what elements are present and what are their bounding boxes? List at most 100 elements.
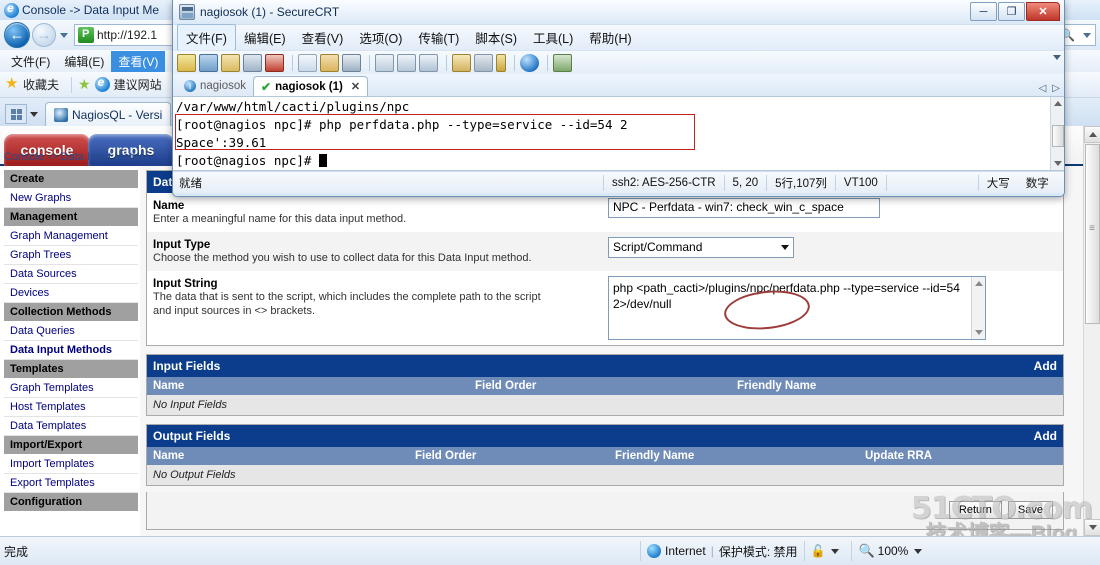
sidebar-header-configuration: Configuration [4, 493, 138, 512]
quick-tabs-button[interactable] [5, 104, 27, 124]
find-icon[interactable] [342, 53, 361, 72]
minimize-button[interactable]: ─ [970, 2, 997, 21]
crt-status-ready: 就绪 [179, 177, 202, 190]
privacy-dropdown-icon[interactable] [831, 548, 840, 554]
sidebar-item-devices[interactable]: Devices [4, 284, 138, 303]
paste-icon[interactable] [320, 53, 339, 72]
print-icon[interactable] [375, 53, 394, 72]
status-text: 完成 [4, 544, 29, 559]
terminal-screen[interactable]: /var/www/html/cacti/plugins/npc [root@na… [173, 96, 1064, 171]
suggested-sites-label[interactable]: 建议网站 [114, 76, 162, 93]
log-session-icon[interactable] [397, 53, 416, 72]
sidebar-item-graph-trees[interactable]: Graph Trees [4, 246, 138, 265]
crt-menu-transfer[interactable]: 传输(T) [410, 25, 467, 50]
session-manager-icon[interactable] [553, 53, 572, 72]
browser-tab[interactable]: NagiosQL - Versi [45, 102, 172, 126]
scroll-up-icon[interactable] [975, 280, 983, 286]
menu-file[interactable]: 文件(F) [4, 51, 57, 72]
sidebar-item-new-graphs[interactable]: New Graphs [4, 189, 138, 208]
recent-pages-dropdown[interactable] [57, 25, 71, 45]
sidebar-item-data-templates[interactable]: Data Templates [4, 417, 138, 436]
sidebar-item-import-templates[interactable]: Import Templates [4, 455, 138, 474]
crt-menu-tools[interactable]: 工具(L) [525, 25, 581, 50]
output-fields-add-link[interactable]: Add [1034, 429, 1057, 443]
terminal-scroll-thumb[interactable] [1052, 125, 1064, 147]
input-fields-add-link[interactable]: Add [1034, 359, 1057, 373]
input-fields-title: Input Fields [153, 358, 221, 373]
page-scrollbar[interactable] [1083, 126, 1100, 536]
zoom-dropdown-icon[interactable] [914, 548, 923, 554]
back-button[interactable]: ← [4, 22, 30, 48]
help-icon[interactable] [520, 53, 539, 72]
securecrt-titlebar: nagiosok (1) - SecureCRT ─ ❐ ✕ [173, 0, 1064, 24]
session-options-icon[interactable] [452, 53, 471, 72]
crt-menu-edit[interactable]: 编辑(E) [236, 25, 294, 50]
save-button[interactable]: Save [1007, 501, 1053, 519]
session-tab-nagiosok-1[interactable]: ✔ nagiosok (1) ✕ [253, 76, 369, 96]
input-string-textarea[interactable]: php <path_cacti>/plugins/npc/perfdata.ph… [608, 275, 986, 340]
copy-icon[interactable] [298, 53, 317, 72]
crt-menu-file[interactable]: 文件(F) [177, 24, 236, 51]
tab-scroll-left-icon[interactable]: ◁ [1039, 83, 1047, 94]
sidebar-item-export-templates[interactable]: Export Templates [4, 474, 138, 493]
close-button[interactable]: ✕ [1026, 2, 1060, 21]
crt-menu-options[interactable]: 选项(O) [351, 25, 410, 50]
sidebar-item-data-input-methods[interactable]: Data Input Methods [4, 341, 138, 360]
favbar-divider [71, 76, 73, 93]
crt-menu-view[interactable]: 查看(V) [294, 25, 352, 50]
sidebar-item-data-sources[interactable]: Data Sources [4, 265, 138, 284]
close-tab-icon[interactable]: ✕ [351, 80, 360, 93]
session-tab-nagiosok[interactable]: i nagiosok [177, 76, 253, 96]
terminal-scrollbar[interactable] [1050, 97, 1064, 170]
print-screen-icon[interactable] [419, 53, 438, 72]
textarea-scrollbar[interactable] [971, 276, 985, 339]
check-icon: ✔ [261, 79, 272, 94]
favorites-label[interactable]: 收藏夫 [23, 76, 59, 93]
disconnect-icon[interactable] [265, 53, 284, 72]
main-content: Data Input Methods [edit: NPC - Perfdata… [140, 166, 1100, 536]
input-type-select[interactable]: Script/Command [608, 236, 794, 258]
toolbar-separator-4 [514, 54, 515, 71]
connect-sftp-icon[interactable] [199, 53, 218, 72]
page-scroll-thumb[interactable] [1085, 144, 1100, 324]
tab-scroll-right-icon[interactable]: ▷ [1052, 83, 1060, 94]
sidebar-item-host-templates[interactable]: Host Templates [4, 398, 138, 417]
page-scroll-up-button[interactable] [1084, 126, 1100, 143]
terminal-scroll-up-icon[interactable] [1054, 101, 1062, 106]
input-type-help: Choose the method you wish to use to col… [153, 251, 532, 264]
breadcrumb: Console -> Data Input Metho [4, 151, 145, 163]
crt-menu-help[interactable]: 帮助(H) [581, 25, 639, 50]
return-button[interactable]: Return [948, 501, 1002, 519]
menu-edit[interactable]: 编辑(E) [57, 51, 111, 72]
new-session-icon[interactable] [177, 53, 196, 72]
sidebar-item-graph-templates[interactable]: Graph Templates [4, 379, 138, 398]
zoom-control[interactable]: 🔍 100% [851, 541, 934, 561]
form-row-input-type: Input Type Choose the method you wish to… [147, 231, 1063, 271]
privacy-report[interactable]: 🔓 [803, 541, 852, 561]
menu-view[interactable]: 查看(V) [111, 50, 166, 72]
securecrt-window: nagiosok (1) - SecureCRT ─ ❐ ✕ 文件(F) 编辑(… [172, 0, 1065, 197]
name-input[interactable]: NPC - Perfdata - win7: check_win_c_space [608, 198, 880, 218]
key-icon[interactable] [496, 53, 506, 72]
sidebar-item-graph-management[interactable]: Graph Management [4, 227, 138, 246]
tab-list-dropdown-icon[interactable] [27, 104, 41, 124]
input-string-value: php <path_cacti>/plugins/npc/perfdata.ph… [613, 280, 960, 311]
screen: Console -> Data Input Me ← → http://192.… [0, 0, 1100, 565]
reconnect-icon[interactable] [243, 53, 262, 72]
search-provider-dropdown-icon[interactable] [1083, 32, 1091, 38]
security-zone: Internet | 保护模式: 禁用 [640, 541, 804, 561]
crt-status-size: 5行,107列 [766, 174, 835, 191]
page-scroll-down-button[interactable] [1084, 519, 1100, 536]
browser-tab-label: NagiosQL - Versi [72, 107, 163, 122]
maximize-button[interactable]: ❐ [998, 2, 1025, 21]
output-fields-title-bar: Output Fields Add [147, 424, 1063, 447]
sidebar-item-data-queries[interactable]: Data Queries [4, 322, 138, 341]
connect-local-shell-icon[interactable] [221, 53, 240, 72]
toolbar-overflow-icon[interactable] [1053, 55, 1061, 60]
forward-button[interactable]: → [32, 23, 56, 47]
scroll-down-icon[interactable] [975, 329, 983, 335]
global-options-icon[interactable] [474, 53, 493, 72]
crt-menu-script[interactable]: 脚本(S) [467, 25, 525, 50]
terminal-scroll-down-icon[interactable] [1054, 161, 1062, 166]
add-favorite-icon[interactable]: ★ [78, 76, 91, 93]
